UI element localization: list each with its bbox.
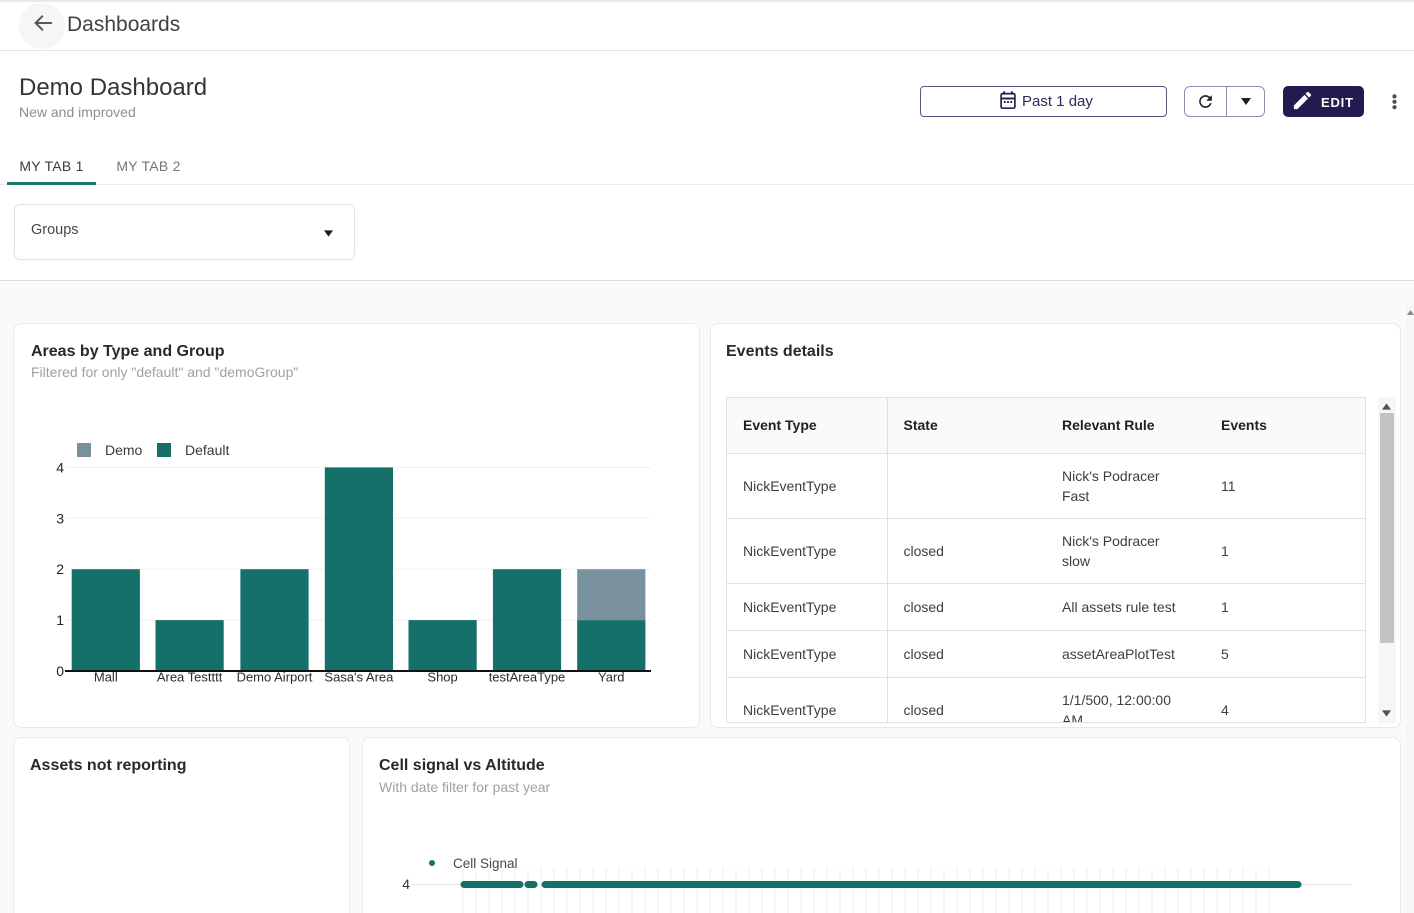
svg-text:Default: Default — [185, 442, 229, 458]
svg-text:Demo Airport: Demo Airport — [237, 670, 313, 685]
svg-text:2: 2 — [56, 561, 64, 577]
svg-text:3: 3 — [56, 510, 64, 526]
svg-text:4: 4 — [402, 876, 410, 892]
svg-text:Demo: Demo — [105, 442, 143, 458]
svg-text:Mall: Mall — [94, 670, 118, 685]
svg-text:Area Testttt: Area Testttt — [157, 670, 223, 685]
svg-text:Sasa's Area: Sasa's Area — [324, 670, 394, 685]
svg-text:Yard: Yard — [598, 670, 625, 685]
svg-text:4: 4 — [56, 459, 64, 475]
svg-text:0: 0 — [56, 663, 64, 679]
svg-text:Shop: Shop — [427, 670, 457, 685]
svg-text:testAreaType: testAreaType — [489, 670, 566, 685]
svg-text:Cell Signal: Cell Signal — [453, 856, 518, 871]
svg-text:1: 1 — [56, 612, 64, 628]
